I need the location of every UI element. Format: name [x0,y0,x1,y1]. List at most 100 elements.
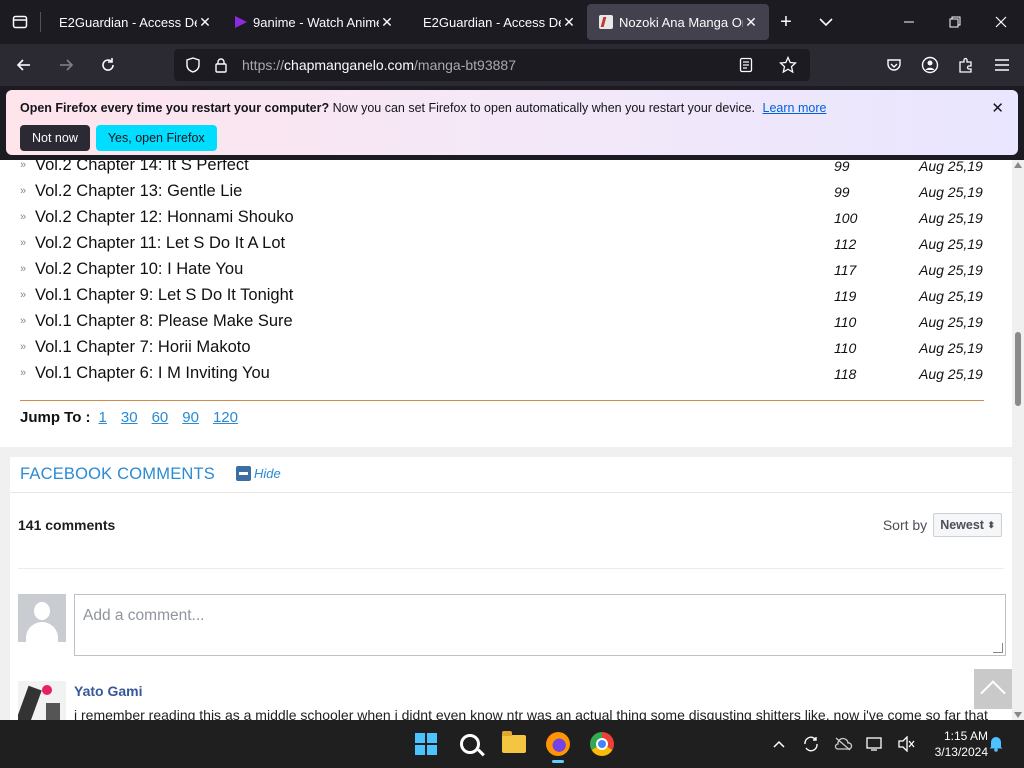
open-firefox-button[interactable]: Yes, open Firefox [95,125,217,151]
search-button[interactable] [450,724,490,764]
jump-page-link[interactable]: 1 [99,409,107,426]
network-tray-button[interactable] [864,733,886,755]
jump-to-pagination: Jump To : 1 30 60 90 120 [20,409,238,426]
chapter-row[interactable]: » Vol.1 Chapter 9: Let S Do It Tonight 1… [0,284,1012,310]
close-tab-icon[interactable]: ✕ [743,14,759,31]
hide-comments-button[interactable]: Hide [236,466,281,481]
chapter-row[interactable]: » Vol.2 Chapter 12: Honnami Shouko 100 A… [0,206,1012,232]
jump-page-link[interactable]: 90 [182,409,199,426]
chapter-date: Aug 25,19 [919,366,983,382]
chapter-row[interactable]: » Vol.2 Chapter 13: Gentle Lie 99 Aug 25… [0,180,1012,206]
shield-icon[interactable] [186,57,200,73]
chapter-date: Aug 25,19 [919,314,983,330]
restore-icon [949,16,961,28]
start-button[interactable] [406,724,446,764]
extensions-button[interactable] [950,49,982,81]
app-menu-button[interactable] [986,49,1018,81]
file-explorer-button[interactable] [494,724,534,764]
account-button[interactable] [914,49,946,81]
tab-e2guardian-2[interactable]: E2Guardian - Access Denied ✕ [405,4,587,40]
puzzle-icon [959,57,972,73]
address-bar[interactable]: https://chapmanganelo.com/manga-bt93887 [174,49,810,81]
chapter-row[interactable]: » Vol.2 Chapter 11: Let S Do It A Lot 11… [0,232,1012,258]
back-to-top-button[interactable] [974,669,1012,709]
navigation-toolbar: https://chapmanganelo.com/manga-bt93887 [0,44,1024,86]
firefox-taskbar-button[interactable] [538,724,578,764]
commenter-avatar[interactable] [18,681,66,720]
chapter-row[interactable]: » Vol.1 Chapter 7: Horii Makoto 110 Aug … [0,336,1012,362]
chapter-views: 110 [834,314,857,330]
scroll-up-arrow-icon[interactable] [1014,162,1022,168]
chapter-views: 112 [834,236,857,252]
add-comment-input[interactable]: Add a comment... [74,594,1006,656]
onedrive-tray-button[interactable] [832,733,854,755]
chapter-link[interactable]: Vol.2 Chapter 13: Gentle Lie [35,182,242,201]
chevron-double-right-icon: » [20,211,27,223]
tab-nozoki-ana[interactable]: Nozoki Ana Manga Online ✕ [587,4,769,40]
chapter-link[interactable]: Vol.1 Chapter 6: I M Inviting You [35,364,270,383]
back-button[interactable] [6,49,42,81]
resize-grip-icon[interactable] [993,643,1003,653]
restore-button[interactable] [932,0,978,44]
volume-tray-button[interactable] [896,733,918,755]
scroll-down-arrow-icon[interactable] [1014,712,1022,718]
chapter-link[interactable]: Vol.1 Chapter 9: Let S Do It Tonight [35,286,293,305]
reader-view-button[interactable] [730,49,762,81]
not-now-button[interactable]: Not now [20,125,90,151]
reload-button[interactable] [90,49,126,81]
url-scheme: https:// [242,57,285,73]
jump-page-link[interactable]: 60 [152,409,169,426]
show-hidden-icons-button[interactable] [768,733,790,755]
minus-icon [236,466,251,481]
close-window-button[interactable] [978,0,1024,44]
scrollbar-thumb[interactable] [1015,332,1021,406]
chapter-row[interactable]: » Vol.1 Chapter 6: I M Inviting You 118 … [0,362,1012,388]
chevron-double-right-icon: » [20,263,27,275]
tab-e2guardian-1[interactable]: E2Guardian - Access Denied ✕ [41,4,223,40]
bookmark-star-button[interactable] [772,49,804,81]
jump-page-link[interactable]: 30 [121,409,138,426]
close-icon[interactable]: ✕ [991,99,1004,117]
chapter-link[interactable]: Vol.1 Chapter 8: Please Make Sure [35,312,293,331]
notification-bell-icon[interactable] [988,734,1004,752]
chapter-link[interactable]: Vol.2 Chapter 12: Honnami Shouko [35,208,294,227]
account-icon [921,56,939,74]
firefox-view-button[interactable] [0,0,40,44]
arrow-right-icon [60,59,74,71]
close-tab-icon[interactable]: ✕ [197,14,213,31]
lock-icon[interactable] [214,57,228,73]
page-scrollbar[interactable] [1012,160,1024,720]
chapter-row[interactable]: » Vol.2 Chapter 14: It S Perfect 99 Aug … [0,160,1012,180]
forward-button[interactable] [48,49,84,81]
learn-more-link[interactable]: Learn more [763,101,827,115]
sync-tray-button[interactable] [800,733,822,755]
tab-9anime[interactable]: 9anime - Watch Anime Online ✕ [223,4,405,40]
chevron-double-right-icon: » [20,315,27,327]
chapter-link[interactable]: Vol.2 Chapter 10: I Hate You [35,260,243,279]
chapter-link[interactable]: Vol.1 Chapter 7: Horii Makoto [35,338,251,357]
chapter-row[interactable]: » Vol.1 Chapter 8: Please Make Sure 110 … [0,310,1012,336]
close-tab-icon[interactable]: ✕ [561,14,577,31]
jump-page-link[interactable]: 120 [213,409,238,426]
list-all-tabs-button[interactable] [812,8,840,36]
chapter-link[interactable]: Vol.2 Chapter 14: It S Perfect [35,160,249,175]
chapter-views: 110 [834,340,857,356]
new-tab-button[interactable]: + [772,8,800,36]
chapter-row[interactable]: » Vol.2 Chapter 10: I Hate You 117 Aug 2… [0,258,1012,284]
clock[interactable]: 1:15 AM 3/13/2024 [918,728,988,760]
user-avatar [18,594,66,642]
chapter-link[interactable]: Vol.2 Chapter 11: Let S Do It A Lot [35,234,285,253]
chrome-taskbar-button[interactable] [582,724,622,764]
default-browser-notification: Open Firefox every time you restart your… [6,90,1018,155]
minimize-button[interactable] [886,0,932,44]
commenter-name[interactable]: Yato Gami [74,683,142,699]
sort-control: Sort by Newest ⬍ [883,513,1002,537]
folder-icon [502,731,526,753]
chapter-views: 99 [834,184,850,200]
tab-title: E2Guardian - Access Denied [423,14,561,30]
pocket-button[interactable] [878,49,910,81]
sort-select[interactable]: Newest ⬍ [933,513,1002,537]
tab-title: Nozoki Ana Manga Online [619,14,743,30]
facebook-comments-panel: FACEBOOK COMMENTS Hide 141 comments Sort… [10,457,1012,720]
close-tab-icon[interactable]: ✕ [379,14,395,31]
